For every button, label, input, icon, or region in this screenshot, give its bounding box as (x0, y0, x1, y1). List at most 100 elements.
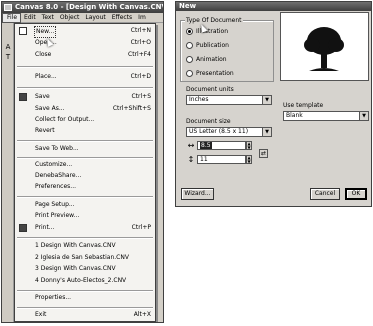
save-disk-icon (19, 93, 27, 101)
document-preview (280, 12, 369, 81)
menu-separator (17, 307, 153, 309)
menu-separator (17, 87, 153, 89)
radio-button-selected[interactable] (186, 28, 193, 35)
menu-object[interactable]: Object (57, 13, 83, 23)
menu-item-label: 4 Donny's Auto-Electos_2.CNV (35, 277, 127, 284)
menu-item-label: Properties... (35, 294, 72, 301)
radio-label: Publication (196, 42, 229, 49)
menu-item-label: Save To Web... (35, 145, 79, 152)
menu-item-label: Collect for Output... (35, 116, 95, 123)
tool-text[interactable]: T (3, 53, 13, 62)
radio-button[interactable] (186, 70, 193, 77)
menu-item-denebashare[interactable]: DenebaShare... (15, 171, 155, 181)
menu-item-preferences[interactable]: Preferences... (15, 182, 155, 192)
menu-item-save[interactable]: Save Ctrl+S (15, 92, 155, 102)
radio-label: Presentation (196, 70, 234, 77)
menu-item-label: 1 Design With Canvas.CNV (35, 242, 116, 249)
menu-item-label: Save As... (35, 105, 65, 112)
canvas-app-window: Canvas 8.0 - [Design With Canvas.CNV Fil… (1, 1, 164, 323)
menu-item-label: Print... (35, 224, 55, 231)
menu-separator (17, 140, 153, 142)
menu-item-properties[interactable]: Properties... (15, 293, 155, 303)
menu-item-label: 3 Design With Canvas.CNV (35, 265, 116, 272)
menu-image[interactable]: Im (135, 13, 149, 23)
menu-file[interactable]: File (2, 13, 22, 23)
menu-item-recent-2[interactable]: 2 Iglesia de San Sebastian.CNV (15, 253, 155, 263)
menu-item-print[interactable]: Print... Ctrl+P (15, 223, 155, 233)
height-field[interactable]: 11 (197, 155, 246, 164)
height-spinner-icon[interactable]: ▲ ▼ (246, 155, 252, 164)
width-field[interactable]: 8.5 (197, 141, 246, 150)
cancel-button[interactable]: Cancel (310, 188, 340, 200)
printer-icon (19, 224, 27, 232)
document-units-select[interactable]: Inches ▼ (186, 95, 272, 105)
menu-item-place[interactable]: Place... Ctrl+D (15, 72, 155, 82)
tree-preview-icon (304, 27, 344, 71)
menu-item-customize[interactable]: Customize... (15, 160, 155, 170)
menu-item-revert[interactable]: Revert (15, 126, 155, 136)
menu-separator (17, 66, 153, 68)
toolbox: A T (2, 23, 14, 322)
menu-item-label: Save (35, 93, 50, 100)
menu-layout[interactable]: Layout (82, 13, 108, 23)
document-size-value: US Letter (8.5 x 11) (189, 128, 249, 135)
menu-separator (17, 237, 153, 239)
menu-item-recent-3[interactable]: 3 Design With Canvas.CNV (15, 264, 155, 274)
menu-edit[interactable]: Edit (21, 13, 39, 23)
use-template-label: Use template (283, 102, 324, 109)
menu-item-recent-4[interactable]: 4 Donny's Auto-Electos_2.CNV (15, 276, 155, 286)
menubar: File Edit Text Object Layout Effects Im (2, 13, 163, 23)
chevron-down-icon[interactable]: ▼ (359, 112, 368, 120)
menu-item-save-as[interactable]: Save As... Ctrl+Shift+S (15, 104, 155, 114)
app-title: Canvas 8.0 - [Design With Canvas.CNV (15, 3, 164, 11)
radio-button[interactable] (186, 42, 193, 49)
document-type-caption: Type Of Document (185, 17, 243, 24)
menu-item-label: Exit (35, 311, 47, 318)
menu-item-label: Place... (35, 73, 57, 80)
menu-item-label: Preferences... (35, 183, 77, 190)
menu-separator (17, 196, 153, 198)
document-size-label: Document size (186, 118, 231, 125)
menu-item-shortcut: Ctrl+N (130, 27, 151, 34)
tool-select[interactable]: A (3, 43, 13, 52)
menu-item-label: Close (35, 51, 52, 58)
height-value: 11 (200, 156, 208, 163)
menu-item-save-to-web[interactable]: Save To Web... (15, 144, 155, 154)
width-spinner-icon[interactable]: ▲ ▼ (246, 141, 252, 150)
app-titlebar: Canvas 8.0 - [Design With Canvas.CNV (2, 2, 163, 13)
menu-text[interactable]: Text (39, 13, 57, 23)
dialog-title: New (176, 2, 371, 11)
menu-item-exit[interactable]: Exit Alt+X (15, 310, 155, 320)
chevron-down-icon[interactable]: ▼ (262, 128, 271, 136)
radio-button[interactable] (186, 56, 193, 63)
orientation-toggle-icon[interactable]: ⇄ (259, 149, 268, 158)
menu-item-shortcut: Ctrl+S (131, 93, 151, 100)
menu-item-label: New... (34, 26, 57, 38)
template-value: Blank (286, 112, 303, 119)
new-document-dialog: New Type Of Document Illustration Public… (175, 1, 372, 207)
new-document-icon (19, 27, 27, 35)
menu-item-label: Page Setup... (35, 201, 75, 208)
menu-item-new[interactable]: New... Ctrl+N (15, 26, 155, 38)
menu-item-close[interactable]: Close Ctrl+F4 (15, 50, 155, 60)
wizard-button[interactable]: Wizard... (181, 188, 214, 200)
menu-item-page-setup[interactable]: Page Setup... (15, 200, 155, 210)
menu-item-print-preview[interactable]: Print Preview... (15, 211, 155, 221)
document-type-group: Type Of Document Illustration Publicatio… (180, 17, 274, 82)
menu-item-collect-for-output[interactable]: Collect for Output... (15, 115, 155, 125)
chevron-down-icon[interactable]: ▼ (262, 96, 271, 104)
template-select[interactable]: Blank ▼ (283, 111, 369, 121)
menu-item-shortcut: Alt+X (133, 311, 151, 318)
menu-item-recent-1[interactable]: 1 Design With Canvas.CNV (15, 241, 155, 251)
menu-item-label: Revert (35, 127, 55, 134)
document-size-select[interactable]: US Letter (8.5 x 11) ▼ (186, 127, 272, 137)
menu-item-label: DenebaShare... (35, 172, 82, 179)
menu-effects[interactable]: Effects (109, 13, 135, 23)
menu-item-shortcut: Ctrl+O (130, 39, 151, 46)
menu-item-open[interactable]: Open... Ctrl+O (15, 38, 155, 48)
menu-item-shortcut: Ctrl+F4 (128, 51, 151, 58)
ok-button[interactable]: OK (345, 188, 367, 200)
menu-item-label: Customize... (35, 161, 73, 168)
height-arrow-icon: ↕ (187, 155, 195, 164)
menu-item-label: 2 Iglesia de San Sebastian.CNV (35, 254, 129, 261)
